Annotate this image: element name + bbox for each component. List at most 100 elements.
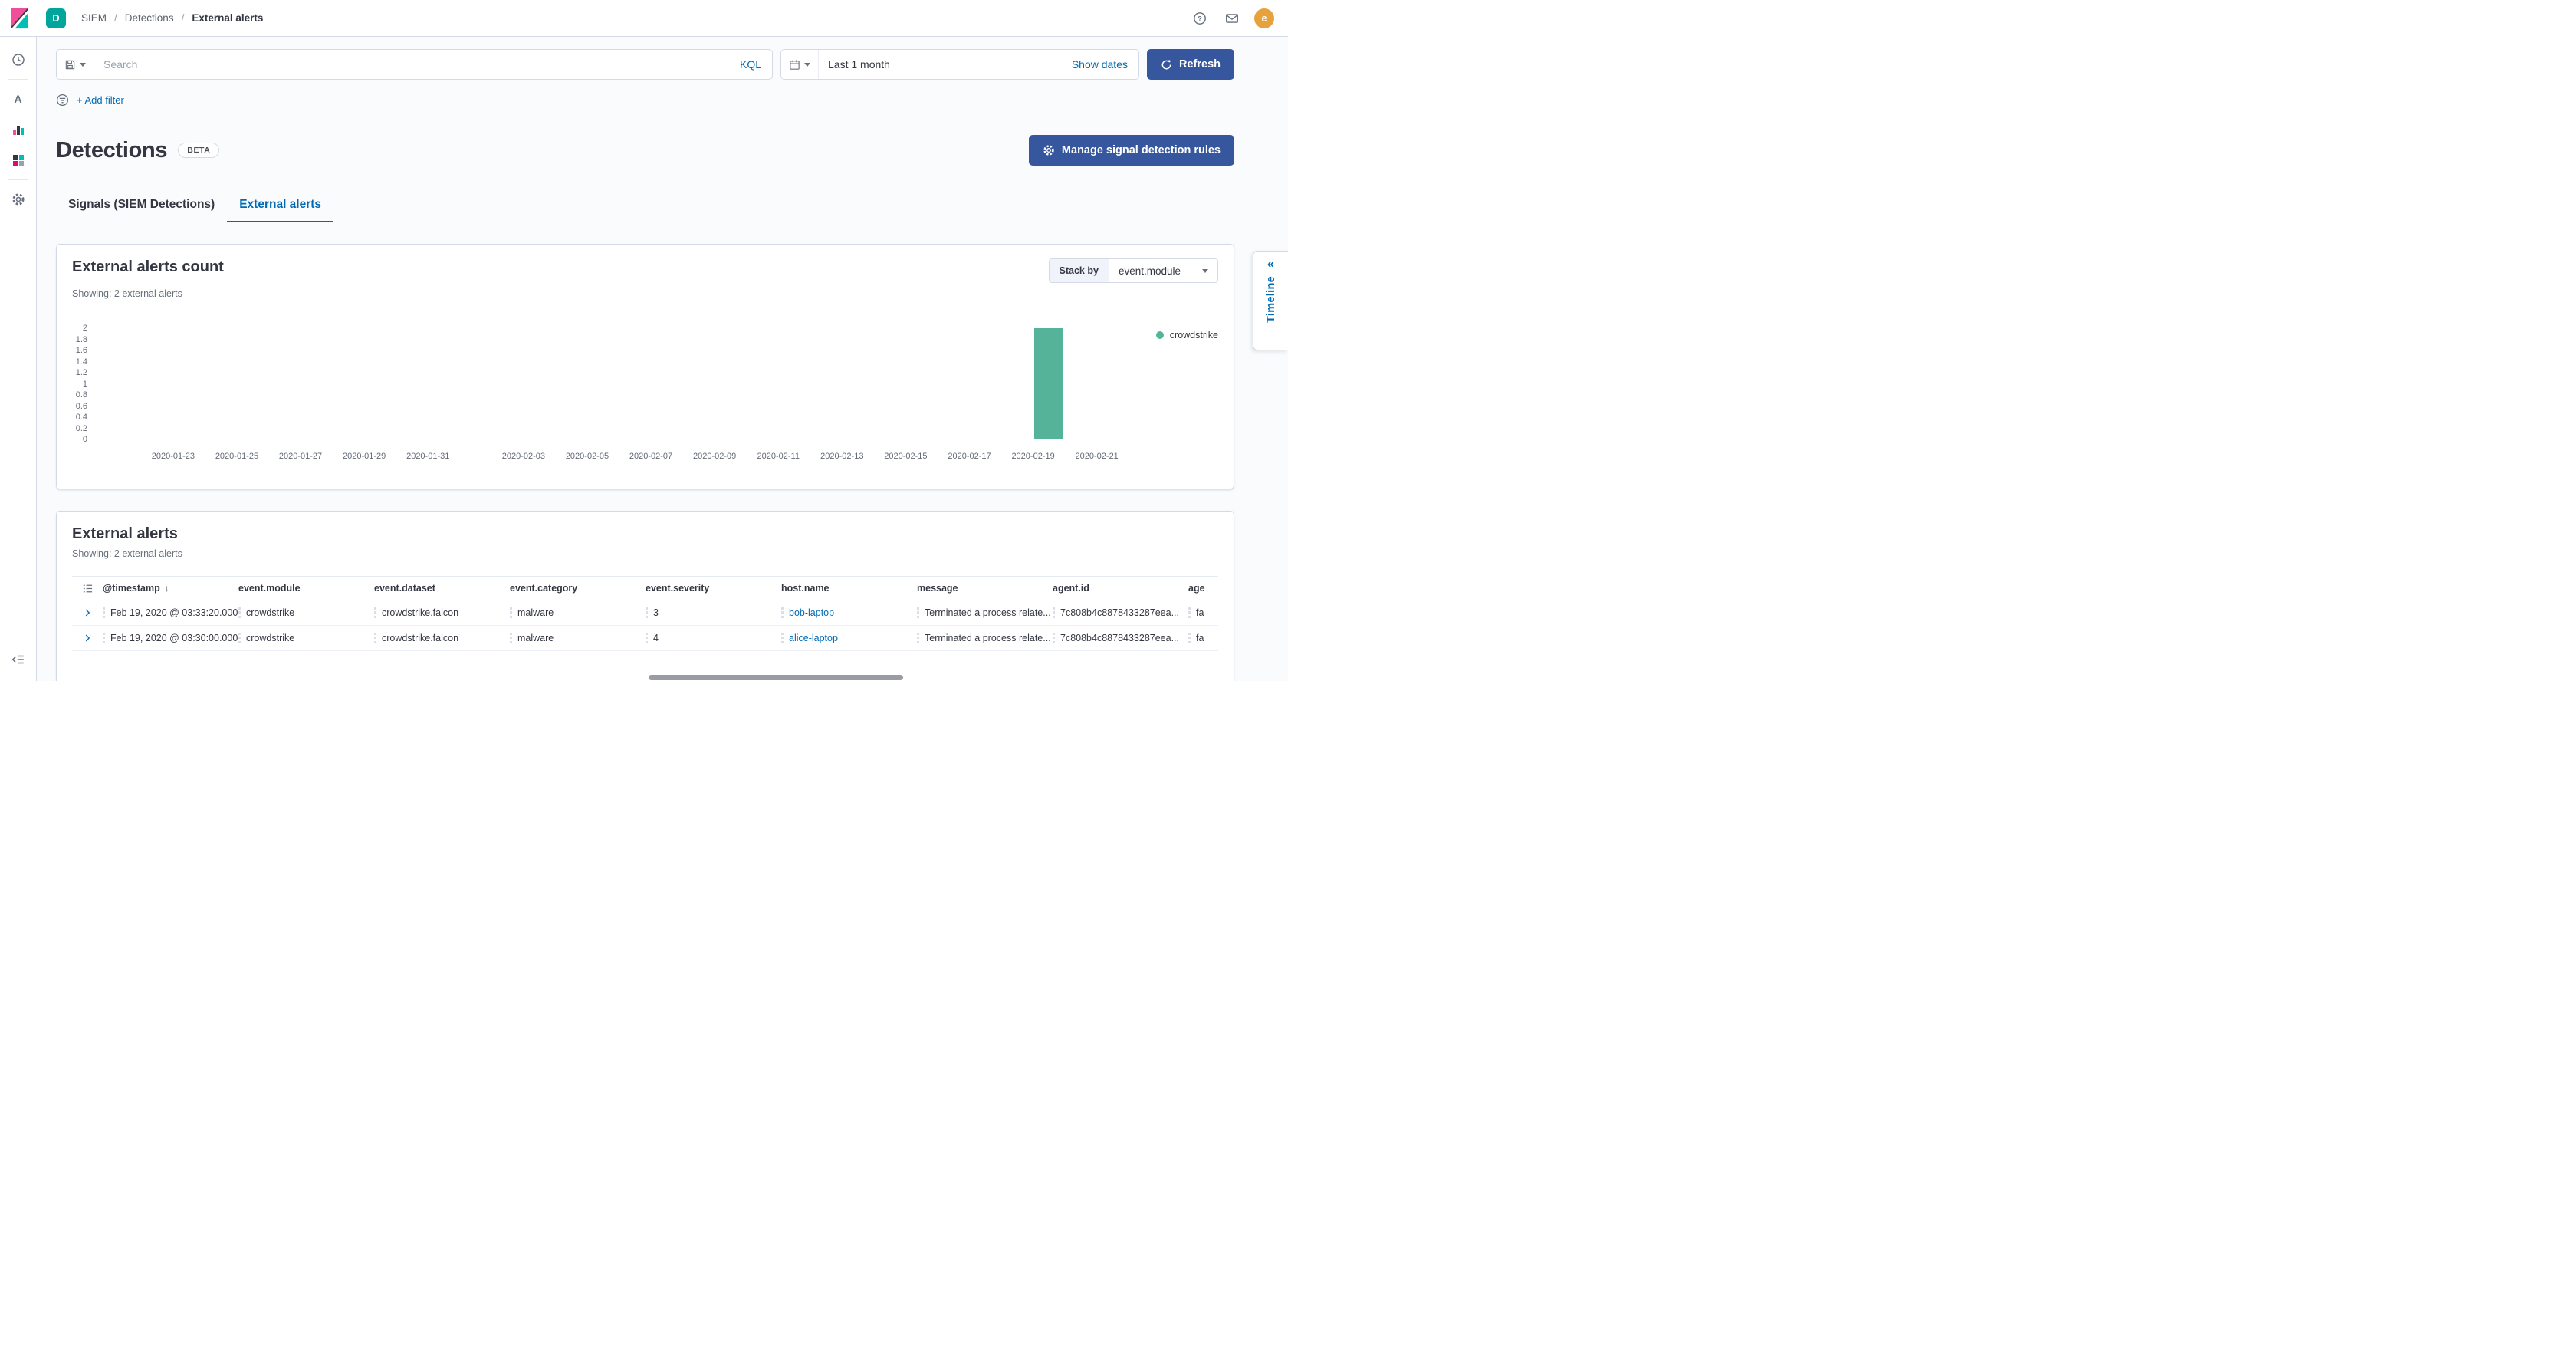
column-header-agent-id[interactable]: agent.id [1053,583,1188,594]
column-label: agent.id [1053,583,1089,594]
collapse-menu-icon [12,653,25,666]
calendar-icon [789,59,800,71]
filter-options-button[interactable] [56,94,69,107]
drag-handle[interactable] [103,607,105,618]
drag-handle[interactable] [646,607,648,618]
nav-siem-app-active[interactable] [3,145,34,176]
breadcrumb-separator: / [114,12,117,24]
topbar-actions: ? e [1187,5,1288,31]
external-alerts-count-panel: External alerts count Stack by event.mod… [56,244,1234,489]
cell-value: fa [1196,633,1204,643]
tab-signals[interactable]: Signals (SIEM Detections) [56,189,227,222]
tab-external-alerts[interactable]: External alerts [227,189,334,222]
user-avatar: e [1254,8,1274,28]
host-name-link[interactable]: alice-laptop [789,633,838,643]
host-name-link[interactable]: bob-laptop [789,607,834,618]
clock-icon [12,53,25,67]
drag-handle[interactable] [103,633,105,643]
alerts-panel-title: External alerts [72,525,1218,543]
filter-bar: + Add filter [56,90,1234,109]
column-label: @timestamp [103,583,160,594]
user-menu-button[interactable]: e [1251,5,1277,31]
kibana-logo-icon [8,7,31,30]
column-header-event-module[interactable]: event.module [238,583,374,594]
manage-signal-detection-rules-button[interactable]: Manage signal detection rules [1029,135,1234,166]
drag-handle[interactable] [238,607,241,618]
column-header-event-severity[interactable]: event.severity [646,583,781,594]
timeline-label: Timeline [1265,276,1277,323]
cell-value: crowdstrike.falcon [382,633,458,643]
drag-handle[interactable] [1053,607,1055,618]
search-input[interactable] [94,58,729,71]
cell-event-category: malware [510,633,646,643]
external-alerts-table-panel: External alerts Showing: 2 external aler… [56,511,1234,681]
column-header-timestamp[interactable]: @timestamp ↓ [103,583,238,594]
x-tick-label: 2020-02-09 [693,452,736,461]
column-header-event-dataset[interactable]: event.dataset [374,583,510,594]
drag-handle[interactable] [1188,633,1191,643]
chart-legend-crowdstrike[interactable]: crowdstrike [1156,330,1218,340]
cell-value: malware [518,607,554,618]
timeline-flyout-toggle[interactable]: « Timeline [1253,251,1288,350]
space-avatar[interactable]: D [46,8,66,28]
y-axis: 21.81.61.41.210.80.60.40.20 [72,328,87,439]
breadcrumb-siem[interactable]: SIEM [81,12,107,24]
x-tick-label: 2020-02-03 [502,452,545,461]
column-header-event-category[interactable]: event.category [510,583,646,594]
double-chevron-left-icon: « [1267,258,1274,271]
drag-handle[interactable] [781,607,784,618]
date-quick-select-button[interactable] [781,50,819,79]
manage-rules-label: Manage signal detection rules [1062,144,1221,156]
cell-message: Terminated a process relate... [917,633,1053,643]
drag-handle[interactable] [1053,633,1055,643]
saved-query-menu-button[interactable] [57,50,94,79]
drag-handle[interactable] [781,633,784,643]
show-dates-button[interactable]: Show dates [1061,58,1138,71]
drag-handle[interactable] [917,633,919,643]
column-header-message[interactable]: message [917,583,1053,594]
drag-handle[interactable] [374,607,376,618]
breadcrumb-detections[interactable]: Detections [125,12,174,24]
legend-label: crowdstrike [1170,330,1218,340]
stack-by-select[interactable]: event.module [1109,259,1217,282]
expand-row-button[interactable] [77,628,97,648]
nav-visualize-app[interactable] [3,114,34,145]
help-menu-button[interactable]: ? [1187,5,1213,31]
drag-handle[interactable] [374,633,376,643]
column-header-agent-type-clipped[interactable]: age [1188,583,1218,594]
drag-handle[interactable] [510,633,512,643]
drag-handle[interactable] [917,607,919,618]
drag-handle[interactable] [1188,607,1191,618]
drag-handle[interactable] [238,633,241,643]
drag-handle[interactable] [646,633,648,643]
cell-message: Terminated a process relate... [917,607,1053,618]
external-alerts-table: @timestamp ↓ event.module event.dataset … [72,576,1218,651]
nav-management[interactable] [3,184,34,215]
drag-handle[interactable] [510,607,512,618]
fields-browser-button[interactable] [77,578,97,598]
gear-icon [12,192,25,206]
refresh-button[interactable]: Refresh [1147,49,1234,80]
time-range-value[interactable]: Last 1 month [819,58,899,71]
chevron-right-icon [82,607,93,618]
stack-by-label: Stack by [1050,259,1109,282]
column-header-host-name[interactable]: host.name [781,583,917,594]
newsfeed-button[interactable] [1219,5,1245,31]
x-tick-label: 2020-02-13 [820,452,863,461]
nav-app-a[interactable]: A [3,84,34,114]
alerts-count-plot [94,328,1145,439]
chevron-down-icon [804,63,810,67]
collapse-navigation-button[interactable] [3,644,34,675]
kibana-logo[interactable] [0,0,38,36]
nav-recently-viewed[interactable] [3,44,34,75]
alerts-count-chart: 21.81.61.41.210.80.60.40.20 2020-01-2320… [72,317,1218,475]
table-header-row: @timestamp ↓ event.module event.dataset … [72,576,1218,600]
detections-tabs: Signals (SIEM Detections) External alert… [56,189,1234,222]
table-row: Feb 19, 2020 @ 03:30:00.000 crowdstrike … [72,626,1218,651]
x-tick-label: 2020-01-27 [279,452,322,461]
add-filter-button[interactable]: + Add filter [77,94,124,106]
chevron-right-icon [82,633,93,643]
horizontal-scrollbar-thumb[interactable] [649,675,903,680]
expand-row-button[interactable] [77,603,97,623]
query-language-toggle[interactable]: KQL [729,58,772,71]
